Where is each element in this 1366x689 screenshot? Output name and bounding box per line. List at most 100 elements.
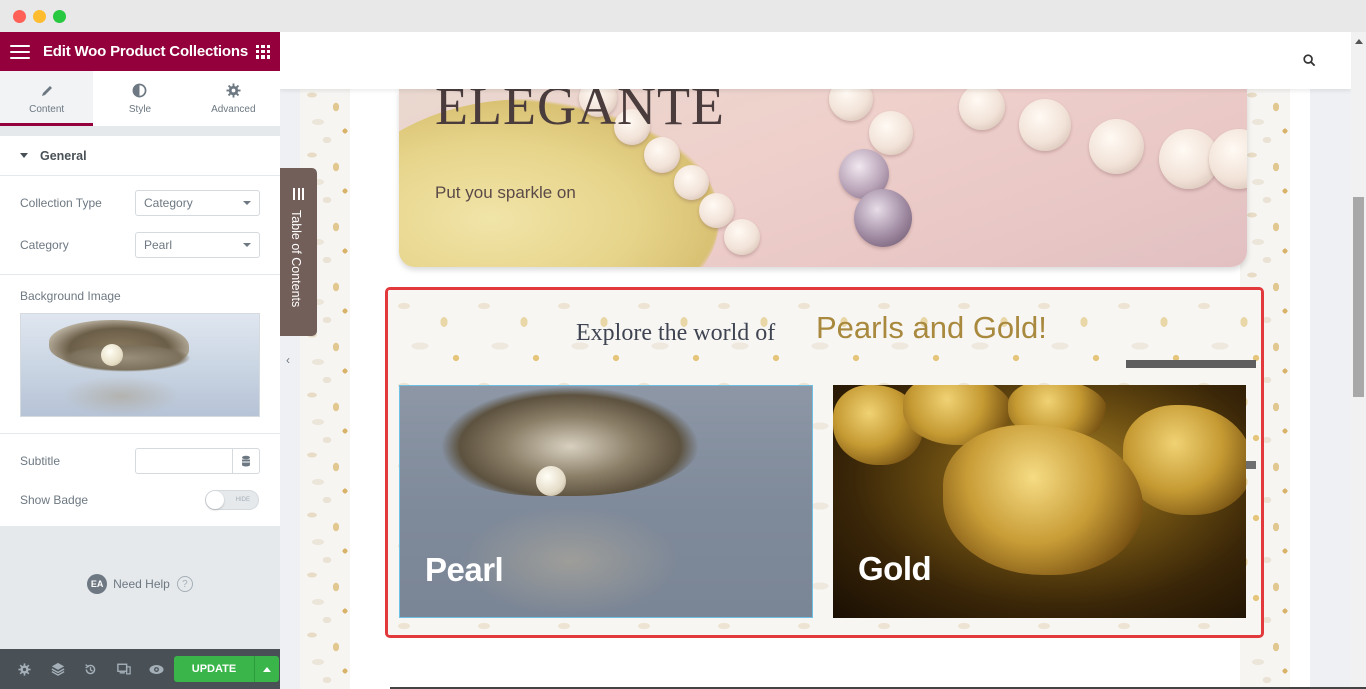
pearl-bead <box>674 165 709 200</box>
subtitle-label: Subtitle <box>20 454 61 468</box>
collection-card-gold[interactable]: Gold <box>833 385 1246 618</box>
half-circle-icon <box>132 83 148 99</box>
woo-product-collections-widget[interactable]: Explore the world of Pearls and Gold! Pe… <box>385 277 1264 638</box>
pearl-bead <box>724 219 760 255</box>
background-image-label: Background Image <box>20 289 121 303</box>
section-title: General <box>40 148 87 163</box>
general-section: General Collection Type Category Categor… <box>0 136 280 526</box>
tab-label: Content <box>29 103 65 115</box>
toggle-state: HIDE <box>235 497 250 503</box>
decorative-bar <box>1126 360 1256 368</box>
preview-canvas: ELEGANTE Put you sparkle on Explore the … <box>280 32 1351 689</box>
general-section-toggle[interactable]: General <box>0 136 280 176</box>
tab-label: Style <box>128 103 152 115</box>
collection-heading-highlight: Pearls and Gold! <box>816 310 1047 345</box>
toc-label: Table of Contents <box>289 210 303 308</box>
scrollbar-thumb[interactable] <box>1353 197 1364 397</box>
update-options-button[interactable] <box>254 656 279 682</box>
tab-style[interactable]: Style <box>93 71 186 126</box>
pencil-icon <box>39 83 55 99</box>
eye-icon <box>149 664 164 674</box>
update-button[interactable]: UPDATE <box>174 656 254 682</box>
caret-up-icon <box>263 666 271 672</box>
window-titlebar <box>0 0 1366 32</box>
gear-icon <box>18 662 31 676</box>
history-icon <box>85 663 96 674</box>
decorative-bar <box>1246 461 1256 469</box>
category-value: Pearl <box>144 238 173 252</box>
hamburger-menu-icon[interactable] <box>10 44 30 59</box>
pearl-bead <box>1209 129 1247 189</box>
subtitle-input[interactable] <box>136 449 232 473</box>
pearl-bead <box>829 89 873 121</box>
layers-icon <box>51 662 64 676</box>
pearl-bead <box>644 137 680 173</box>
caret-down-icon <box>20 153 28 158</box>
widgets-grid-icon[interactable] <box>256 44 270 59</box>
collapse-panel-button[interactable]: ‹ <box>280 340 296 380</box>
gear-icon <box>225 83 241 99</box>
pearl-bead <box>959 89 1005 130</box>
subtitle-control: Subtitle <box>0 440 280 482</box>
panel-footer: UPDATE <box>0 649 280 689</box>
dynamic-tags-icon[interactable] <box>232 449 259 473</box>
need-help-label: Need Help <box>113 577 170 591</box>
thumb-reflection <box>61 376 181 416</box>
oyster-image <box>440 386 700 496</box>
gold-nugget <box>943 425 1143 575</box>
card-label: Gold <box>858 550 932 587</box>
collection-heading-prefix: Explore the world of <box>576 320 776 346</box>
toggle-knob <box>206 491 224 509</box>
table-of-contents-tab[interactable]: Table of Contents <box>280 168 317 336</box>
category-control: Category Pearl <box>0 224 280 266</box>
show-badge-control: Show Badge HIDE <box>0 482 280 518</box>
pearl-bead <box>854 189 912 247</box>
show-badge-label: Show Badge <box>20 493 89 507</box>
preview-button[interactable] <box>140 649 173 689</box>
hero-subtitle: Put you sparkle on <box>435 183 576 202</box>
hero-banner: ELEGANTE Put you sparkle on <box>399 89 1247 267</box>
collection-type-select[interactable]: Category <box>135 190 260 216</box>
chevron-down-icon <box>243 243 251 247</box>
show-badge-toggle[interactable]: HIDE <box>205 490 259 510</box>
history-button[interactable] <box>74 649 107 689</box>
collection-card-pearl[interactable]: Pearl <box>399 385 813 618</box>
pearl-bead <box>1089 119 1144 174</box>
editor-panel: Edit Woo Product Collections Content Sty… <box>0 32 280 689</box>
need-help-link[interactable]: EA Need Help ? <box>0 574 280 594</box>
subtitle-input-group <box>135 448 260 474</box>
panel-tabs: Content Style Advanced <box>0 71 280 126</box>
minimize-window-button[interactable] <box>33 10 46 23</box>
chevron-down-icon <box>243 201 251 205</box>
close-window-button[interactable] <box>13 10 26 23</box>
pearl-bead <box>1019 99 1071 151</box>
category-label: Category <box>20 238 69 252</box>
panel-title: Edit Woo Product Collections <box>43 43 248 60</box>
pearl-image <box>536 466 566 496</box>
tab-label: Advanced <box>211 103 256 115</box>
tab-advanced[interactable]: Advanced <box>187 71 280 126</box>
collection-type-value: Category <box>144 196 193 210</box>
background-image-picker[interactable] <box>20 313 260 417</box>
question-circle-icon: ? <box>176 576 193 592</box>
collection-type-control: Collection Type Category <box>0 182 280 224</box>
site-header <box>280 32 1351 89</box>
pearl-bead <box>869 111 913 155</box>
settings-button[interactable] <box>8 649 41 689</box>
tab-content[interactable]: Content <box>0 71 94 126</box>
list-columns-icon <box>293 188 304 200</box>
scroll-up-arrow-icon[interactable] <box>1355 39 1363 44</box>
preview-scrollbar[interactable] <box>1351 32 1366 689</box>
pearl-bead <box>699 193 734 228</box>
search-icon[interactable] <box>1303 54 1316 72</box>
responsive-mode-button[interactable] <box>107 649 140 689</box>
hero-title: ELEGANTE <box>435 89 725 136</box>
thumb-pearl <box>101 344 123 366</box>
navigator-button[interactable] <box>41 649 74 689</box>
maximize-window-button[interactable] <box>53 10 66 23</box>
selected-widget-outline: Explore the world of Pearls and Gold! Pe… <box>385 287 1264 638</box>
card-label: Pearl <box>425 551 504 588</box>
page-content: ELEGANTE Put you sparkle on Explore the … <box>300 89 1310 689</box>
category-select[interactable]: Pearl <box>135 232 260 258</box>
responsive-icon <box>116 663 131 674</box>
